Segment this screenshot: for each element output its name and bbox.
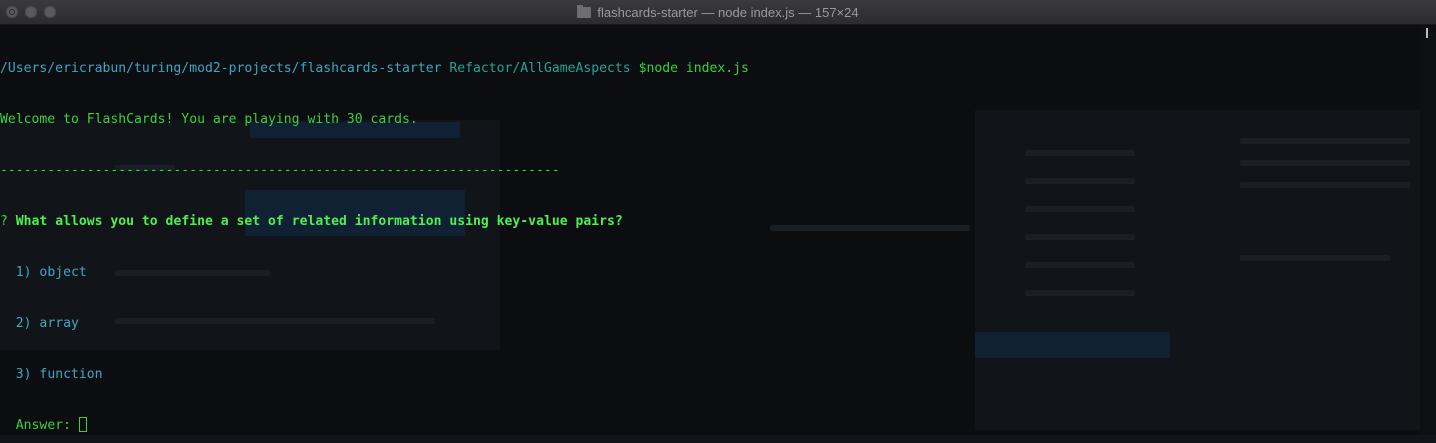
divider-line: ----------------------------------------… — [0, 163, 560, 178]
window-bottom-edge — [0, 435, 1436, 443]
folder-icon — [577, 5, 592, 18]
prompt-command: $node index.js — [638, 61, 749, 76]
option-line: 1) object — [0, 264, 1420, 281]
scrollbar-marker — [1426, 28, 1428, 38]
terminal-scrollbar[interactable] — [1420, 25, 1436, 435]
prompt-line: /Users/ericrabun/turing/mod2-projects/fl… — [0, 60, 1420, 77]
title-bar[interactable]: flashcards-starter — node index.js — 157… — [0, 0, 1436, 25]
question-line: ? What allows you to define a set of rel… — [0, 213, 1420, 230]
welcome-line: Welcome to FlashCards! You are playing w… — [0, 112, 418, 127]
prompt-branch: Refactor/AllGameAspects — [449, 61, 631, 76]
option-array: 2) array — [15, 316, 79, 331]
window-title-group: flashcards-starter — node index.js — 157… — [0, 0, 1436, 25]
terminal-window: flashcards-starter — node index.js — 157… — [0, 0, 1436, 443]
answer-label: Answer: — [15, 418, 71, 433]
option-line: 2) array — [0, 315, 1420, 332]
question-text: What allows you to define a set of relat… — [15, 214, 623, 229]
text-cursor[interactable] — [78, 417, 87, 432]
option-function: 3) function — [15, 367, 103, 382]
question-mark: ? — [0, 214, 8, 229]
answer-line: Answer: — [0, 417, 1420, 434]
window-title: flashcards-starter — node index.js — 157… — [597, 5, 859, 20]
option-line: 3) function — [0, 366, 1420, 383]
terminal-output[interactable]: /Users/ericrabun/turing/mod2-projects/fl… — [0, 25, 1420, 436]
prompt-cwd: /Users/ericrabun/turing/mod2-projects/fl… — [0, 61, 442, 76]
option-object: 1) object — [15, 265, 87, 280]
